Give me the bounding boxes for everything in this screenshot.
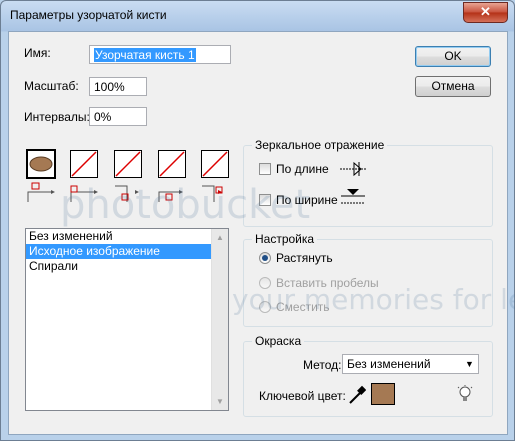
method-select[interactable]: Без изменений ▼ — [342, 354, 479, 374]
tile-list-scrollbar[interactable]: ▲ ▼ — [211, 229, 228, 410]
fit-group: Настройка Растянуть Вставить пробелы Сме… — [243, 232, 493, 327]
fit-group-title: Настройка — [252, 232, 318, 246]
add-space-label: Вставить пробелы — [276, 276, 379, 290]
flip-across-label: По ширине — [276, 193, 338, 207]
dialog-window: Параметры узорчатой кисти ✕ Имя: Узорчат… — [0, 0, 515, 441]
outer-corner-tile[interactable] — [70, 150, 98, 178]
method-label: Метод: — [303, 358, 342, 372]
scale-label: Масштаб: — [24, 79, 79, 93]
tile-list-item[interactable]: Без изменений — [26, 229, 228, 244]
title-bar[interactable]: Параметры узорчатой кисти ✕ — [1, 1, 514, 31]
ok-button[interactable]: OK — [415, 46, 491, 67]
tile-list-item[interactable]: Исходное изображение — [26, 244, 228, 259]
name-label: Имя: — [24, 46, 51, 60]
end-position-icon — [202, 185, 223, 202]
name-field-value: Узорчатая кисть 1 — [94, 48, 196, 62]
empty-tile-icon — [115, 151, 141, 177]
tile-list-items: Без изменений Исходное изображение Спирали — [26, 229, 228, 274]
colorization-group-title: Окраска — [252, 334, 305, 348]
colorization-group: Окраска Метод: Без изменений ▼ Ключевой … — [243, 334, 493, 417]
tile-list[interactable]: Без изменений Исходное изображение Спирали… — [25, 228, 229, 411]
stretch-label: Растянуть — [276, 251, 333, 265]
empty-tile-icon — [71, 151, 97, 177]
tips-lightbulb-icon[interactable] — [457, 385, 473, 405]
cancel-button[interactable]: Отмена — [415, 76, 491, 97]
scale-field[interactable]: 100% — [89, 77, 147, 96]
end-tile[interactable] — [201, 150, 229, 178]
inner-corner-tile[interactable] — [114, 150, 142, 178]
scroll-up-icon[interactable]: ▲ — [212, 229, 228, 246]
flip-across-icon — [341, 189, 365, 204]
close-icon: ✕ — [480, 4, 491, 19]
outer-corner-position-icon — [70, 185, 98, 202]
chevron-down-icon[interactable]: ▼ — [461, 355, 478, 373]
spacing-field[interactable]: 0% — [89, 107, 147, 126]
window-title: Параметры узорчатой кисти — [10, 8, 167, 22]
flip-along-checkbox[interactable] — [259, 163, 271, 175]
flip-along-label: По длине — [276, 162, 329, 176]
mirror-group: Зеркальное отражение По длине По ширине — [243, 138, 493, 227]
shift-radio[interactable] — [259, 301, 271, 313]
key-color-swatch[interactable] — [371, 383, 395, 405]
mirror-group-title: Зеркальное отражение — [252, 138, 388, 152]
stretch-radio[interactable] — [259, 252, 271, 264]
empty-tile-icon — [202, 151, 228, 177]
eyedropper-icon[interactable] — [348, 385, 366, 405]
side-tile-swatch — [29, 156, 53, 172]
close-button[interactable]: ✕ — [463, 2, 508, 23]
method-select-value: Без изменений — [347, 357, 431, 371]
tile-list-item[interactable]: Спирали — [26, 259, 228, 274]
add-space-radio[interactable] — [259, 277, 271, 289]
key-color-label: Ключевой цвет: — [259, 389, 346, 403]
side-tile-position-icon — [27, 182, 55, 202]
side-tile[interactable] — [27, 150, 55, 178]
inner-corner-position-icon — [115, 185, 139, 202]
name-field[interactable]: Узорчатая кисть 1 — [89, 45, 231, 64]
start-tile[interactable] — [158, 150, 186, 178]
empty-tile-icon — [159, 151, 185, 177]
spacing-label: Интервалы: — [24, 110, 90, 124]
flip-across-checkbox[interactable] — [259, 194, 271, 206]
start-position-icon — [158, 190, 183, 202]
flip-along-icon — [340, 161, 366, 177]
shift-label: Сместить — [276, 300, 330, 314]
dialog-body: Имя: Узорчатая кисть 1 Масштаб: 100% Инт… — [8, 31, 508, 435]
scroll-down-icon[interactable]: ▼ — [212, 393, 228, 410]
